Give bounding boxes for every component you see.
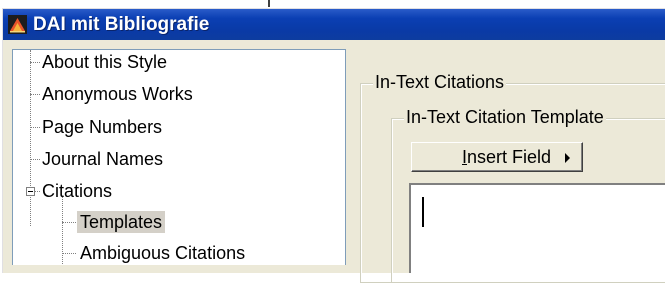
divider xyxy=(268,0,270,7)
citation-template-input[interactable] xyxy=(409,183,665,273)
insert-field-label-rest: nsert Field xyxy=(467,147,552,167)
in-text-citations-label: In-Text Citations xyxy=(373,72,507,92)
tree-item-about-this-style[interactable]: About this Style xyxy=(13,50,343,76)
tree-item-label: Journal Names xyxy=(42,149,164,169)
title-bar[interactable]: DAI mit Bibliografie xyxy=(3,9,665,40)
tree-item-label: About this Style xyxy=(42,52,168,72)
window-title: DAI mit Bibliografie xyxy=(33,14,210,35)
tree-item-templates[interactable]: Templates xyxy=(13,210,343,236)
tree-item-ambiguous-citations[interactable]: Ambiguous Citations xyxy=(13,241,343,265)
in-text-citation-template-label: In-Text Citation Template xyxy=(404,107,606,127)
tree-item-label: Ambiguous Citations xyxy=(80,243,246,263)
tree-item-anonymous-works[interactable]: Anonymous Works xyxy=(13,82,343,108)
insert-field-label: Insert Field xyxy=(462,147,551,167)
tree-item-label: Anonymous Works xyxy=(42,84,193,104)
style-tree[interactable]: About this Style Anonymous Works Page Nu… xyxy=(12,49,346,265)
tree-item-journal-names[interactable]: Journal Names xyxy=(13,147,343,173)
tree-item-label: Page Numbers xyxy=(42,117,163,137)
background-strip xyxy=(0,0,665,8)
text-caret xyxy=(422,197,424,227)
insert-field-button[interactable]: Insert Field xyxy=(411,142,583,172)
tree-item-label: Citations xyxy=(42,181,113,201)
tree-item-label: Templates xyxy=(77,211,166,233)
app-icon xyxy=(8,15,27,34)
tree-item-page-numbers[interactable]: Page Numbers xyxy=(13,115,343,141)
triangle-right-icon xyxy=(565,153,570,163)
tree-item-citations[interactable]: Citations xyxy=(13,179,343,205)
